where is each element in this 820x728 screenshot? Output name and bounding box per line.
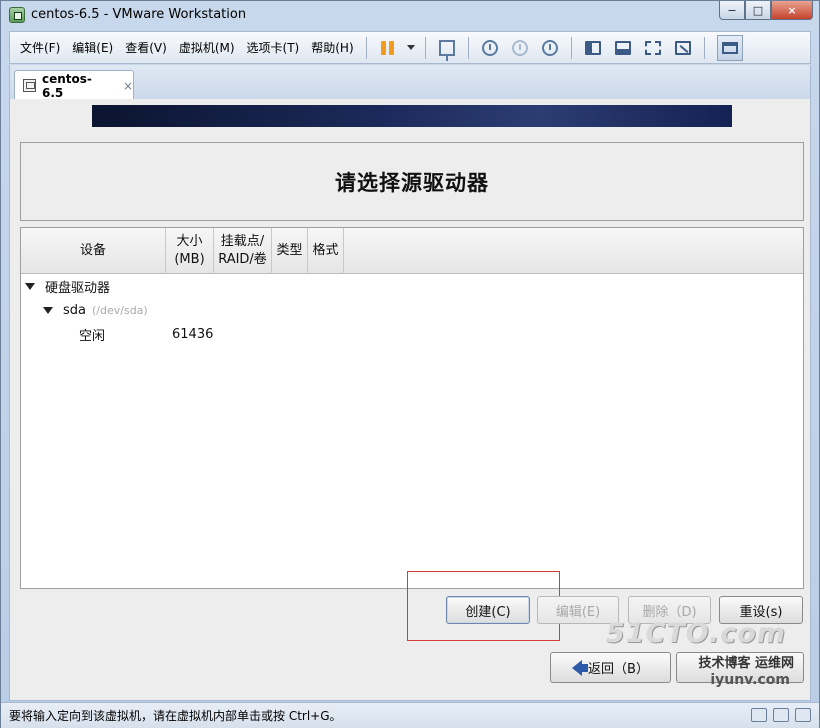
- cd-drive-icon[interactable]: [773, 708, 789, 722]
- thumbnail-bar-button[interactable]: [612, 37, 634, 59]
- menu-file[interactable]: 文件(F): [14, 38, 66, 58]
- unity-button[interactable]: [672, 37, 694, 59]
- menu-vm[interactable]: 虚拟机(M): [173, 38, 241, 58]
- toolbar-separator: [467, 36, 469, 59]
- unity-icon: [674, 40, 691, 55]
- status-bar: 要将输入定向到该虚拟机，请在虚拟机内部单击或按 Ctrl+G。: [1, 702, 819, 728]
- network-adapter-icon[interactable]: [795, 708, 811, 722]
- menu-view[interactable]: 查看(V): [119, 38, 173, 58]
- vm-display[interactable]: 请选择源驱动器 设备 大小 (MB) 挂载点/ RAID/卷 类型 格式 硬盘驱…: [9, 99, 811, 701]
- thumbnail-bar-icon: [614, 40, 631, 55]
- column-device[interactable]: 设备: [21, 228, 166, 274]
- window-title: centos-6.5 - VMware Workstation: [31, 7, 247, 22]
- toolbar-separator: [424, 36, 426, 59]
- disk-name: sda: [63, 302, 86, 318]
- console-view-button[interactable]: [582, 37, 604, 59]
- installer-banner: [92, 105, 732, 127]
- expander-down-icon[interactable]: [25, 282, 35, 290]
- revert-snapshot-button[interactable]: [509, 37, 531, 59]
- page-title: 请选择源驱动器: [335, 170, 489, 195]
- watermark-site: iyunv.com: [710, 672, 790, 688]
- snapshot-icon: [481, 39, 498, 56]
- network-icon: [438, 39, 455, 61]
- disk-path: (/dev/sda): [92, 303, 148, 317]
- vmware-window: centos-6.5 - VMware Workstation − □ × 文件…: [0, 0, 820, 728]
- tree-row-free[interactable]: 空闲 61436: [21, 323, 803, 345]
- device-status-icons: [751, 708, 811, 722]
- library-view-button[interactable]: [716, 34, 743, 61]
- snapshot-manager-button[interactable]: [539, 37, 561, 59]
- watermark-brand: 51CTO.com: [605, 618, 786, 649]
- title-bar: centos-6.5 - VMware Workstation − □ ×: [1, 1, 819, 29]
- vmware-app-icon: [9, 7, 25, 23]
- create-button[interactable]: 创建(C): [446, 596, 530, 624]
- expander-down-icon[interactable]: [43, 306, 53, 314]
- watermark: 51CTO.com 技术博客 运维网 iyunv.com: [606, 618, 804, 698]
- toolbar-separator: [570, 36, 572, 59]
- pause-icon: [381, 40, 395, 55]
- watermark-tagline: 技术博客 运维网: [698, 656, 794, 671]
- hard-disk-icon[interactable]: [751, 708, 767, 722]
- tree-row-hard-drives[interactable]: 硬盘驱动器: [25, 275, 110, 297]
- back-button-label: 返回（B）: [588, 662, 649, 677]
- back-button[interactable]: 返回（B）: [550, 652, 671, 683]
- close-button[interactable]: ×: [771, 1, 813, 20]
- snapshot-manager-icon: [541, 39, 558, 56]
- status-message: 要将输入定向到该虚拟机，请在虚拟机内部单击或按 Ctrl+G。: [9, 709, 342, 723]
- menu-toolbar: 文件(F) 编辑(E) 查看(V) 虚拟机(M) 选项卡(T) 帮助(H): [9, 31, 811, 64]
- network-button[interactable]: [436, 37, 458, 61]
- column-size[interactable]: 大小 (MB): [166, 228, 214, 274]
- tab-label: centos-6.5: [41, 71, 92, 100]
- tab-bar: centos-6.5 ×: [9, 65, 811, 100]
- full-screen-icon: [644, 40, 661, 55]
- full-screen-button[interactable]: [642, 37, 664, 59]
- maximize-button[interactable]: □: [745, 1, 771, 20]
- menu-tabs[interactable]: 选项卡(T): [241, 38, 306, 58]
- pause-button[interactable]: [377, 37, 399, 59]
- vm-icon: [23, 79, 36, 92]
- toolbar-separator: [703, 36, 705, 59]
- console-view-icon: [584, 40, 601, 55]
- tab-centos[interactable]: centos-6.5 ×: [14, 70, 134, 100]
- window-controls: − □ ×: [719, 1, 813, 21]
- tree-header: 设备 大小 (MB) 挂载点/ RAID/卷 类型 格式: [21, 228, 803, 274]
- hard-drives-label: 硬盘驱动器: [45, 280, 111, 296]
- free-space-label: 空闲: [79, 328, 106, 344]
- minimize-button[interactable]: −: [719, 1, 745, 20]
- menu-edit[interactable]: 编辑(E): [66, 38, 119, 58]
- column-type[interactable]: 类型: [272, 228, 308, 274]
- toolbar-separator: [365, 36, 367, 59]
- heading-panel: 请选择源驱动器: [20, 142, 804, 221]
- dropdown-caret-icon[interactable]: [406, 45, 415, 50]
- menu-help[interactable]: 帮助(H): [305, 38, 359, 58]
- library-view-icon: [721, 41, 738, 54]
- tree-row-sda[interactable]: sda (/dev/sda): [43, 299, 148, 321]
- column-mountpoint[interactable]: 挂载点/ RAID/卷: [214, 228, 272, 274]
- free-space-size: 61436: [172, 326, 214, 342]
- revert-snapshot-icon: [511, 39, 528, 56]
- back-arrow-icon: [572, 659, 589, 676]
- snapshot-button[interactable]: [479, 37, 501, 59]
- column-format[interactable]: 格式: [308, 228, 344, 274]
- tab-close-icon[interactable]: ×: [123, 79, 133, 93]
- device-tree: 设备 大小 (MB) 挂载点/ RAID/卷 类型 格式 硬盘驱动器 sda (…: [20, 227, 804, 589]
